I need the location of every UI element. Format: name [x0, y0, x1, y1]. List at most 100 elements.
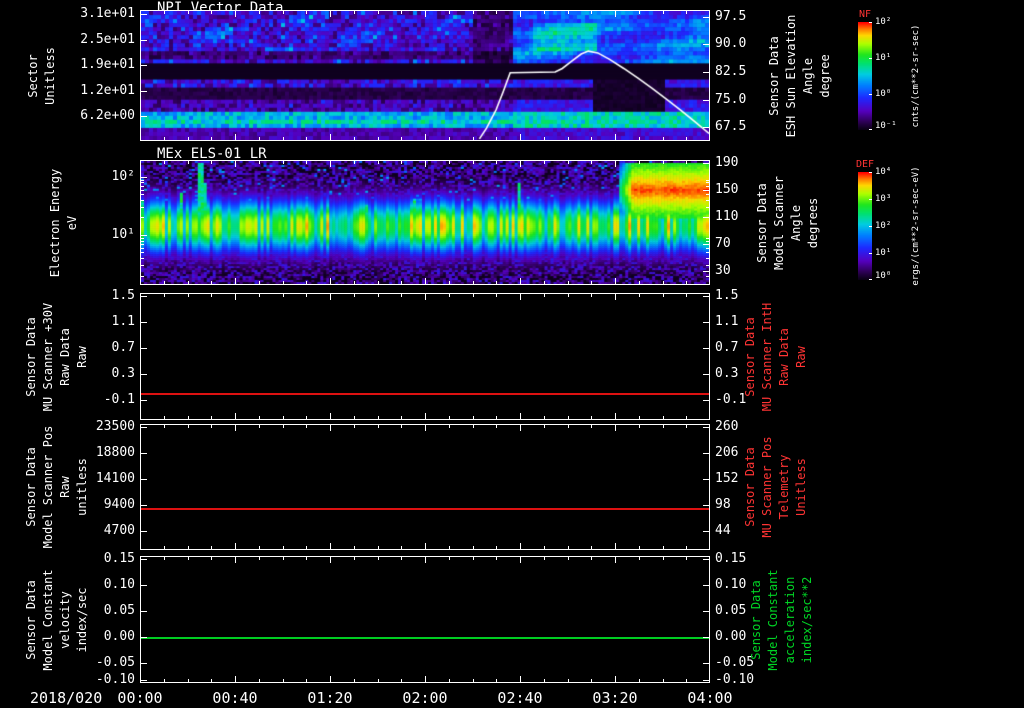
x-tick: [615, 425, 616, 431]
y-tick: [141, 585, 147, 586]
x-minor-tick: [686, 161, 687, 164]
x-minor-tick: [449, 425, 450, 428]
x-tick: [709, 557, 710, 563]
x-minor-tick: [473, 416, 474, 419]
x-minor-tick: [591, 294, 592, 297]
y-minor-tick: [706, 180, 709, 181]
x-tick: [520, 161, 521, 167]
x-minor-tick: [354, 137, 355, 140]
x-minor-tick: [354, 679, 355, 682]
x-minor-tick: [259, 281, 260, 284]
x-minor-tick: [686, 416, 687, 419]
x-minor-tick: [283, 557, 284, 560]
x-tick: [520, 11, 521, 17]
colorbar-unit-NF: cnts/(cm**2-sr-sec): [911, 24, 921, 128]
x-minor-tick: [401, 137, 402, 140]
x-minor-tick: [283, 546, 284, 549]
x-minor-tick: [591, 137, 592, 140]
x-tick: [709, 278, 710, 284]
x-minor-tick: [639, 11, 640, 14]
y-tick-label: 190: [715, 155, 739, 170]
y-minor-tick: [141, 217, 144, 218]
x-minor-tick: [378, 679, 379, 682]
x-minor-tick: [283, 425, 284, 428]
x-tick: [615, 278, 616, 284]
x-minor-tick: [188, 281, 189, 284]
y-tick: [141, 611, 147, 612]
y-minor-tick: [141, 238, 144, 239]
x-minor-tick: [401, 416, 402, 419]
x-tick: [330, 294, 331, 300]
x-minor-tick: [211, 425, 212, 428]
x-tick: [425, 425, 426, 431]
y-minor-tick: [141, 180, 144, 181]
x-minor-tick: [544, 425, 545, 428]
x-tick: [330, 278, 331, 284]
y-tick: [141, 177, 147, 178]
x-tick-label: 01:20: [307, 689, 353, 707]
x-tick: [140, 161, 141, 167]
x-minor-tick: [211, 137, 212, 140]
x-minor-tick: [401, 557, 402, 560]
x-minor-tick: [473, 161, 474, 164]
x-minor-tick: [259, 679, 260, 682]
x-minor-tick: [283, 679, 284, 682]
x-minor-tick: [591, 557, 592, 560]
x-tick: [520, 425, 521, 431]
y-tick-label: 1.5: [111, 288, 135, 303]
x-tick: [235, 161, 236, 167]
x-minor-tick: [259, 546, 260, 549]
colorbar-tick-label: 10¹: [875, 53, 892, 63]
x-tick: [520, 676, 521, 682]
x-minor-tick: [591, 161, 592, 164]
x-minor-tick: [686, 546, 687, 549]
x-minor-tick: [259, 416, 260, 419]
y-minor-tick: [141, 258, 144, 259]
y-tick: [703, 453, 709, 454]
x-minor-tick: [188, 137, 189, 140]
y-tick: [703, 348, 709, 349]
y-tick: [703, 374, 709, 375]
x-minor-tick: [306, 281, 307, 284]
npi-spectrogram-canvas: [141, 11, 709, 140]
x-minor-tick: [259, 11, 260, 14]
left-axis-title-1: Electron Energy eV: [48, 168, 79, 277]
right-axis-title-2: Sensor Data MU Scanner IntH Raw Data Raw: [743, 302, 808, 411]
x-minor-tick: [496, 11, 497, 14]
x-minor-tick: [164, 425, 165, 428]
x-tick: [235, 676, 236, 682]
x-tick: [140, 134, 141, 140]
x-tick-label: 04:00: [687, 689, 733, 707]
x-minor-tick: [496, 546, 497, 549]
panel-frame-2: [140, 293, 710, 420]
x-tick: [425, 676, 426, 682]
x-minor-tick: [354, 294, 355, 297]
colorbar-tick-label: 10⁰: [875, 89, 892, 99]
x-minor-tick: [496, 294, 497, 297]
x-tick: [330, 557, 331, 563]
colorbar-tick-label: 10⁻¹: [875, 121, 897, 131]
x-minor-tick: [306, 294, 307, 297]
x-minor-tick: [544, 294, 545, 297]
right-axis-title-4: Sensor Data Model Constant acceleration …: [749, 568, 814, 671]
x-tick: [709, 134, 710, 140]
left-axis-title-3: Sensor Data Model Scanner Pos Raw unitle…: [24, 425, 89, 549]
y-minor-tick: [141, 207, 144, 208]
y-minor-tick: [706, 276, 709, 277]
y-tick-label: -0.10: [715, 672, 755, 687]
y-tick: [703, 479, 709, 480]
data-line-4: [141, 637, 709, 639]
x-minor-tick: [663, 425, 664, 428]
y-minor-tick: [706, 252, 709, 253]
y-tick-label: 2.5e+01: [80, 31, 135, 47]
x-minor-tick: [164, 137, 165, 140]
x-minor-tick: [378, 546, 379, 549]
y-tick-label: 260: [715, 419, 739, 434]
y-tick: [141, 680, 147, 681]
y-minor-tick: [706, 200, 709, 201]
x-minor-tick: [378, 294, 379, 297]
x-tick: [615, 543, 616, 549]
y-tick: [141, 14, 147, 15]
y-minor-tick: [706, 217, 709, 218]
x-minor-tick: [591, 546, 592, 549]
